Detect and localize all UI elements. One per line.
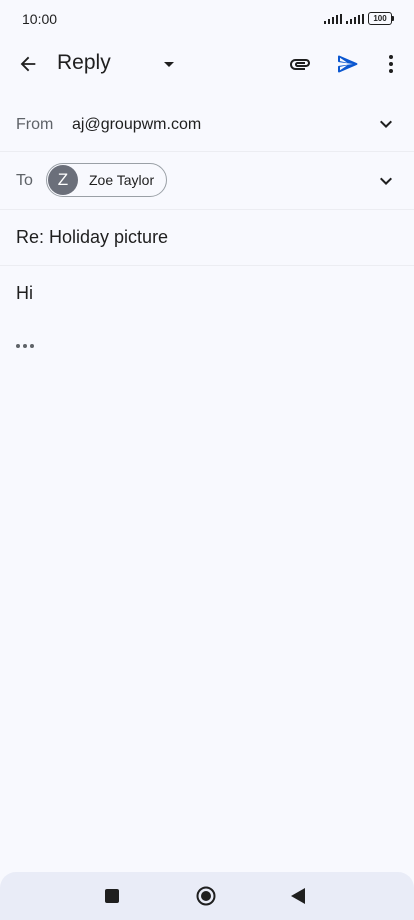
- more-horiz-icon: [16, 344, 34, 348]
- from-row: From aj@groupwm.com: [0, 98, 414, 152]
- chevron-down-icon: [380, 177, 392, 185]
- nav-back-button[interactable]: [284, 882, 312, 910]
- more-options-button[interactable]: [375, 48, 407, 80]
- chevron-down-icon: [380, 120, 392, 128]
- to-label: To: [16, 172, 33, 189]
- subject-row: Re: Holiday picture: [0, 210, 414, 266]
- recipient-chip[interactable]: Z Zoe Taylor: [46, 163, 167, 197]
- square-recents-icon: [105, 889, 119, 903]
- reply-type-dropdown[interactable]: [153, 48, 185, 80]
- from-expand-button[interactable]: [372, 110, 400, 138]
- recipient-name: Zoe Taylor: [89, 172, 155, 188]
- reply-type-label[interactable]: Reply: [57, 51, 111, 75]
- from-address[interactable]: aj@groupwm.com: [72, 116, 201, 134]
- signal-icon: [346, 13, 364, 24]
- arrow-back-icon: [20, 56, 36, 72]
- back-button[interactable]: [12, 48, 44, 80]
- recents-button[interactable]: [98, 882, 126, 910]
- status-bar: 10:00 100: [0, 0, 414, 38]
- show-quoted-text-button[interactable]: [14, 338, 36, 354]
- avatar: Z: [48, 165, 78, 195]
- attach-button[interactable]: [284, 48, 316, 80]
- to-expand-button[interactable]: [372, 167, 400, 195]
- status-time: 10:00: [22, 11, 58, 27]
- app-bar: Reply: [0, 38, 414, 90]
- status-icons: 100: [324, 12, 394, 25]
- signal-icon: [324, 13, 342, 24]
- body-field[interactable]: Hi: [16, 283, 33, 304]
- battery-icon: 100: [368, 12, 394, 25]
- home-button[interactable]: [192, 882, 220, 910]
- triangle-back-icon: [291, 888, 305, 904]
- avatar-initial: Z: [57, 170, 69, 189]
- subject-field[interactable]: Re: Holiday picture: [16, 227, 168, 248]
- battery-level: 100: [373, 14, 387, 23]
- from-label: From: [16, 116, 54, 133]
- caret-down-icon: [164, 62, 174, 67]
- paperclip-icon: [290, 59, 310, 70]
- to-row: To Z Zoe Taylor: [0, 152, 414, 210]
- more-vert-icon: [389, 55, 393, 73]
- send-button[interactable]: [332, 48, 364, 80]
- system-nav-bar: [0, 872, 414, 920]
- circle-home-icon: [196, 886, 216, 906]
- send-icon: [338, 55, 358, 73]
